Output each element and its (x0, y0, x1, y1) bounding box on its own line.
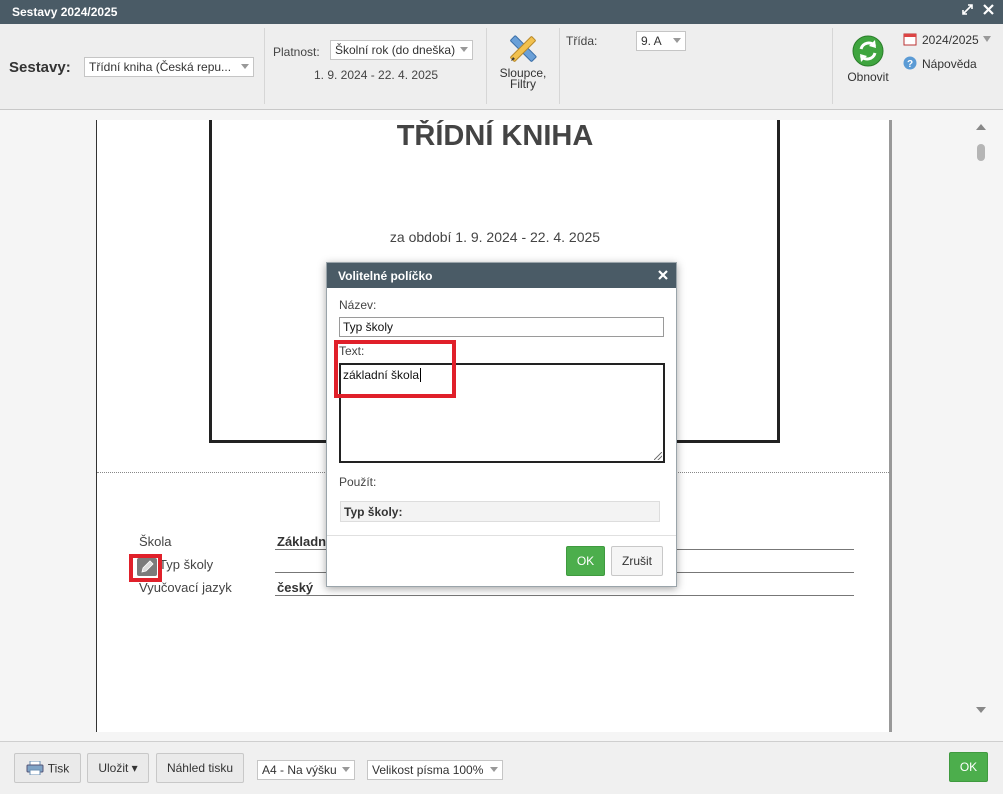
row-label-school: Škola (139, 534, 172, 549)
trida-select[interactable]: 9. A (636, 31, 686, 51)
trida-label: Třída: (566, 34, 598, 48)
row-value-language: český (277, 580, 314, 595)
toolbar-divider (559, 28, 560, 104)
print-preview-button[interactable]: Náhled tisku (156, 753, 244, 783)
report-select-value: Třídní kniha (Česká repu... (89, 60, 232, 74)
svg-text:?: ? (907, 59, 913, 70)
chevron-down-icon (983, 36, 991, 42)
bottom-bar: Tisk Uložit ▾ Náhled tisku A4 - Na výšku… (0, 742, 1003, 794)
save-label: Uložit ▾ (98, 761, 138, 775)
dialog-cancel-label: Zrušit (622, 554, 652, 568)
document-period: za období 1. 9. 2024 - 22. 4. 2025 (389, 229, 601, 245)
use-label: Použít: (339, 475, 377, 489)
chevron-down-icon (490, 767, 498, 772)
font-size-select[interactable]: Velikost písma 100% (367, 760, 503, 780)
highlight-box-text-field (334, 340, 456, 398)
toolbar: Sestavy: Třídní kniha (Česká repu... Pla… (0, 24, 1003, 110)
trida-select-value: 9. A (641, 34, 662, 48)
row-label-language: Vyučovací jazyk (139, 580, 232, 595)
help-icon: ? (903, 56, 917, 73)
scroll-up-arrow-icon[interactable] (976, 124, 986, 130)
report-select[interactable]: Třídní kniha (Česká repu... (84, 57, 254, 77)
report-window: Sestavy 2024/2025 Sestavy: Třídní kniha … (0, 0, 1003, 794)
platnost-select-value: Školní rok (do dneška) (335, 43, 456, 57)
refresh-label: Obnovit (847, 70, 889, 84)
dialog-header: Volitelné políčko (327, 263, 676, 288)
resize-grip-icon[interactable] (654, 452, 662, 460)
help-label: Nápověda (922, 57, 977, 71)
platnost-select[interactable]: Školní rok (do dneška) (330, 40, 473, 60)
document-title: TŘÍDNÍ KNIHA (396, 120, 594, 152)
paper-format-select[interactable]: A4 - Na výšku (257, 760, 355, 780)
print-label: Tisk (47, 761, 70, 776)
print-preview-label: Náhled tisku (166, 761, 234, 775)
help-link[interactable]: ? Nápověda (903, 56, 988, 72)
window-title: Sestavy 2024/2025 (12, 5, 118, 19)
name-field[interactable]: Typ školy (339, 317, 664, 337)
dialog-ok-button[interactable]: OK (566, 546, 605, 576)
school-year-value: 2024/2025 (922, 33, 979, 47)
save-button[interactable]: Uložit ▾ (87, 753, 149, 783)
columns-filters-button[interactable]: Sloupce, Filtry (495, 32, 551, 90)
name-label: Název: (339, 298, 377, 312)
print-button[interactable]: Tisk (14, 753, 81, 783)
dialog-divider (327, 535, 676, 536)
scrollbar-thumb[interactable] (977, 144, 985, 161)
calendar-icon (903, 32, 917, 49)
ok-label: OK (959, 760, 978, 774)
use-preview-value: Typ školy: (344, 505, 403, 519)
chevron-down-icon (673, 38, 681, 43)
scroll-down-arrow-icon[interactable] (976, 707, 986, 713)
chevron-down-icon (342, 767, 350, 772)
refresh-button[interactable]: Obnovit (843, 34, 893, 84)
name-field-value: Typ školy (343, 320, 394, 334)
dialog-ok-label: OK (576, 554, 595, 568)
font-size-value: Velikost písma 100% (372, 763, 484, 777)
maximize-icon[interactable] (962, 4, 973, 18)
dialog-cancel-button[interactable]: Zrušit (611, 546, 663, 576)
chevron-down-icon (460, 47, 468, 52)
sestavy-label: Sestavy: (9, 59, 71, 76)
row-underline (275, 595, 854, 596)
chevron-down-icon (241, 64, 249, 69)
row-value-school: Základní (277, 534, 330, 549)
refresh-icon (843, 34, 893, 70)
dialog-title: Volitelné políčko (338, 269, 433, 283)
columns-filters-label: Sloupce, Filtry (499, 66, 547, 91)
toolbar-divider (264, 28, 265, 104)
row-label-school-type: Typ školy (159, 557, 214, 572)
custom-field-dialog: Volitelné políčko Název: Typ školy Text:… (326, 262, 677, 587)
paper-format-value: A4 - Na výšku (262, 763, 337, 777)
platnost-label: Platnost: (273, 45, 320, 59)
close-icon[interactable] (658, 267, 668, 283)
use-preview: Typ školy: (340, 501, 660, 522)
pencil-ruler-icon (495, 32, 551, 68)
window-titlebar: Sestavy 2024/2025 (0, 0, 1003, 24)
date-range: 1. 9. 2024 - 22. 4. 2025 (314, 68, 439, 82)
ok-button[interactable]: OK (949, 752, 988, 782)
vertical-scrollbar[interactable] (970, 120, 992, 720)
printer-icon (26, 760, 44, 778)
school-year-selector[interactable]: 2024/2025 (903, 32, 998, 48)
toolbar-divider (486, 28, 487, 104)
highlight-box-edit-icon (129, 554, 162, 582)
toolbar-divider (832, 28, 833, 104)
close-icon[interactable] (983, 4, 994, 18)
